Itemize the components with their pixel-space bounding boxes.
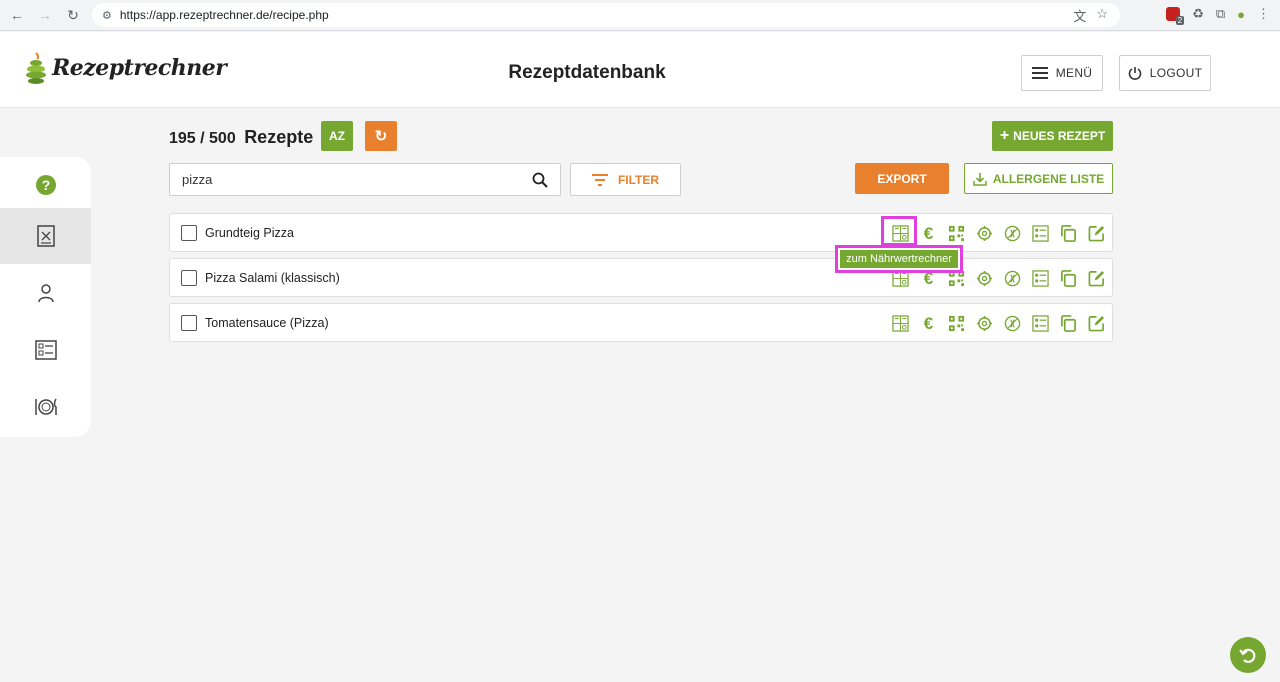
extension-icon[interactable]: [1166, 7, 1185, 25]
sort-az-button[interactable]: AZ: [321, 121, 353, 151]
settings-icon[interactable]: [974, 268, 994, 288]
list-icon[interactable]: [1030, 268, 1050, 288]
url-text: https://app.rezeptrechner.de/recipe.php: [119, 8, 329, 22]
allergen-icon[interactable]: [1002, 268, 1022, 288]
recipe-row[interactable]: Pizza Salami (klassisch) €: [169, 258, 1113, 297]
recipe-row[interactable]: Grundteig Pizza €: [169, 213, 1113, 252]
recipe-icon: [36, 225, 55, 247]
recipe-name[interactable]: Grundteig Pizza: [205, 226, 294, 240]
site-settings-icon[interactable]: ⚙: [102, 9, 112, 22]
recycle-icon[interactable]: ♻: [1192, 6, 1204, 22]
search-icon[interactable]: [532, 172, 548, 188]
download-icon: [973, 172, 987, 186]
history-button[interactable]: [1230, 637, 1266, 673]
checklist-icon: [34, 340, 57, 360]
browser-toolbar: ← → ↻ ⚙ https://app.rezeptrechner.de/rec…: [0, 0, 1280, 31]
edit-icon[interactable]: [1086, 268, 1106, 288]
user-icon: [37, 284, 54, 303]
sidebar-item-help[interactable]: ?: [0, 157, 91, 213]
help-icon: ?: [35, 175, 56, 195]
search-box: [169, 163, 561, 196]
nutrition-calculator-icon[interactable]: [890, 313, 910, 333]
new-recipe-label: NEUES REZEPT: [1013, 129, 1106, 143]
refresh-icon: ↻: [374, 128, 388, 145]
copy-icon[interactable]: [1058, 268, 1078, 288]
recipe-name[interactable]: Tomatensauce (Pizza): [205, 316, 329, 330]
plate-cutlery-icon: [34, 398, 57, 415]
menu-button[interactable]: MENÜ: [1021, 55, 1103, 91]
euro-icon[interactable]: €: [918, 223, 938, 243]
logout-label: LOGOUT: [1149, 66, 1203, 80]
settings-icon[interactable]: [974, 313, 994, 333]
filter-label: FILTER: [617, 172, 660, 187]
sidebar-item-menus[interactable]: [0, 379, 91, 435]
edit-icon[interactable]: [1086, 223, 1106, 243]
highlight-box: [881, 216, 917, 246]
count-label: Rezepte: [244, 127, 314, 147]
address-bar[interactable]: ⚙ https://app.rezeptrechner.de/recipe.ph…: [92, 3, 1120, 27]
filter-icon: [591, 173, 608, 186]
recipe-count: 195 / 500 Rezepte: [169, 127, 313, 148]
count-value: 195 / 500: [169, 130, 236, 147]
sidebar: ?: [0, 157, 91, 437]
settings-icon[interactable]: [974, 223, 994, 243]
svg-text:?: ?: [41, 177, 50, 193]
reload-icon[interactable]: ↻: [66, 7, 80, 24]
plus-icon: +: [999, 127, 1010, 144]
profile-icon[interactable]: ●: [1237, 7, 1245, 22]
power-icon: [1128, 67, 1142, 80]
qr-code-icon[interactable]: [946, 223, 966, 243]
allergens-list-button[interactable]: ALLERGENE LISTE: [964, 163, 1113, 194]
recipe-checkbox[interactable]: [181, 315, 197, 331]
edit-icon[interactable]: [1086, 313, 1106, 333]
page-title: Rezeptdatenbank: [508, 62, 666, 83]
tooltip: zum Nährwertrechner: [835, 245, 963, 273]
export-button[interactable]: EXPORT: [855, 163, 949, 194]
new-recipe-button[interactable]: + NEUES REZEPT: [992, 121, 1113, 151]
forward-icon[interactable]: →: [38, 7, 52, 23]
svg-text:€: €: [923, 225, 933, 242]
allergen-icon[interactable]: [1002, 313, 1022, 333]
export-label: EXPORT: [877, 171, 927, 186]
recipe-checkbox[interactable]: [181, 225, 197, 241]
app-header: Rezeptrechner Rezeptdatenbank MENÜ LOGOU…: [0, 32, 1280, 108]
menu-label: MENÜ: [1055, 66, 1093, 80]
back-icon[interactable]: ←: [10, 7, 24, 23]
tooltip-text: zum Nährwertrechner: [840, 250, 958, 268]
undo-icon: [1239, 648, 1256, 663]
recipe-actions: €: [890, 223, 1106, 243]
recipe-name[interactable]: Pizza Salami (klassisch): [205, 271, 340, 285]
translate-icon[interactable]: 文: [1073, 6, 1086, 25]
sort-az-label: AZ: [329, 129, 345, 143]
qr-code-icon[interactable]: [946, 313, 966, 333]
recipe-actions: €: [890, 313, 1106, 333]
copy-icon[interactable]: [1058, 313, 1078, 333]
euro-icon[interactable]: €: [918, 313, 938, 333]
svg-text:€: €: [923, 315, 933, 332]
allergen-icon[interactable]: [1002, 223, 1022, 243]
sidebar-item-recipes[interactable]: [0, 208, 91, 264]
logout-button[interactable]: LOGOUT: [1119, 55, 1211, 91]
puzzle-icon[interactable]: ⧉: [1216, 6, 1225, 22]
more-icon[interactable]: ⋮: [1257, 6, 1270, 22]
copy-icon[interactable]: [1058, 223, 1078, 243]
allergens-list-label: ALLERGENE LISTE: [992, 171, 1105, 186]
hamburger-icon: [1031, 67, 1048, 79]
recipe-checkbox[interactable]: [181, 270, 197, 286]
sidebar-item-checklist[interactable]: [0, 322, 91, 378]
bookmark-star-icon[interactable]: ☆: [1096, 6, 1108, 25]
refresh-button[interactable]: ↻: [365, 121, 397, 151]
list-icon[interactable]: [1030, 313, 1050, 333]
recipe-row[interactable]: Tomatensauce (Pizza) €: [169, 303, 1113, 342]
filter-button[interactable]: FILTER: [570, 163, 681, 196]
list-icon[interactable]: [1030, 223, 1050, 243]
search-input[interactable]: [182, 172, 532, 187]
sidebar-item-users[interactable]: [0, 265, 91, 321]
